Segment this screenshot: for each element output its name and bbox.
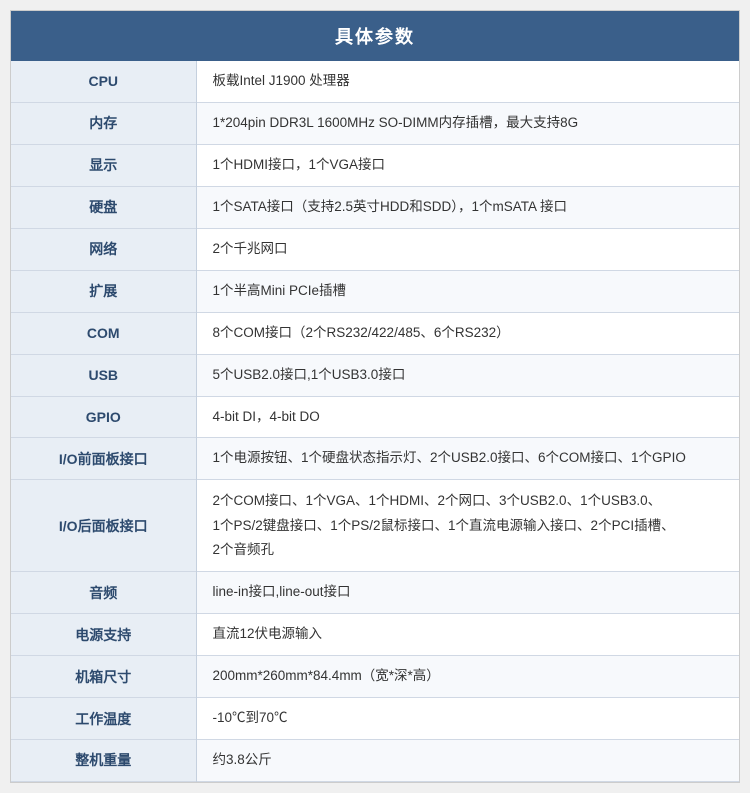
spec-label-12: 电源支持 [11, 614, 196, 656]
table-title: 具体参数 [11, 11, 739, 61]
spec-table-container: 具体参数 CPU板载Intel J1900 处理器内存1*204pin DDR3… [10, 10, 740, 783]
spec-value-7: 5个USB2.0接口,1个USB3.0接口 [196, 354, 739, 396]
spec-label-6: COM [11, 312, 196, 354]
spec-value-3: 1个SATA接口（支持2.5英寸HDD和SDD），1个mSATA 接口 [196, 186, 739, 228]
spec-value-1: 1*204pin DDR3L 1600MHz SO-DIMM内存插槽，最大支持8… [196, 102, 739, 144]
spec-label-10: I/O后面板接口 [11, 480, 196, 572]
spec-value-9: 1个电源按钮、1个硬盘状态指示灯、2个USB2.0接口、6个COM接口、1个GP… [196, 438, 739, 480]
spec-value-2: 1个HDMI接口，1个VGA接口 [196, 144, 739, 186]
spec-label-13: 机箱尺寸 [11, 656, 196, 698]
spec-value-10: 2个COM接口、1个VGA、1个HDMI、2个网口、3个USB2.0、1个USB… [196, 480, 739, 572]
spec-value-15: 约3.8公斤 [196, 740, 739, 782]
spec-value-0: 板载Intel J1900 处理器 [196, 61, 739, 102]
spec-value-12: 直流12伏电源输入 [196, 614, 739, 656]
spec-label-2: 显示 [11, 144, 196, 186]
spec-label-5: 扩展 [11, 270, 196, 312]
spec-label-9: I/O前面板接口 [11, 438, 196, 480]
spec-label-11: 音频 [11, 572, 196, 614]
spec-value-4: 2个千兆网口 [196, 228, 739, 270]
spec-label-14: 工作温度 [11, 698, 196, 740]
spec-label-0: CPU [11, 61, 196, 102]
spec-table: CPU板载Intel J1900 处理器内存1*204pin DDR3L 160… [11, 61, 739, 782]
spec-label-15: 整机重量 [11, 740, 196, 782]
spec-label-1: 内存 [11, 102, 196, 144]
spec-value-14: -10℃到70℃ [196, 698, 739, 740]
spec-label-4: 网络 [11, 228, 196, 270]
spec-value-11: line-in接口,line-out接口 [196, 572, 739, 614]
spec-label-3: 硬盘 [11, 186, 196, 228]
spec-label-7: USB [11, 354, 196, 396]
spec-value-6: 8个COM接口（2个RS232/422/485、6个RS232） [196, 312, 739, 354]
spec-value-8: 4-bit DI，4-bit DO [196, 396, 739, 438]
spec-label-8: GPIO [11, 396, 196, 438]
spec-value-13: 200mm*260mm*84.4mm（宽*深*高） [196, 656, 739, 698]
spec-value-5: 1个半高Mini PCIe插槽 [196, 270, 739, 312]
